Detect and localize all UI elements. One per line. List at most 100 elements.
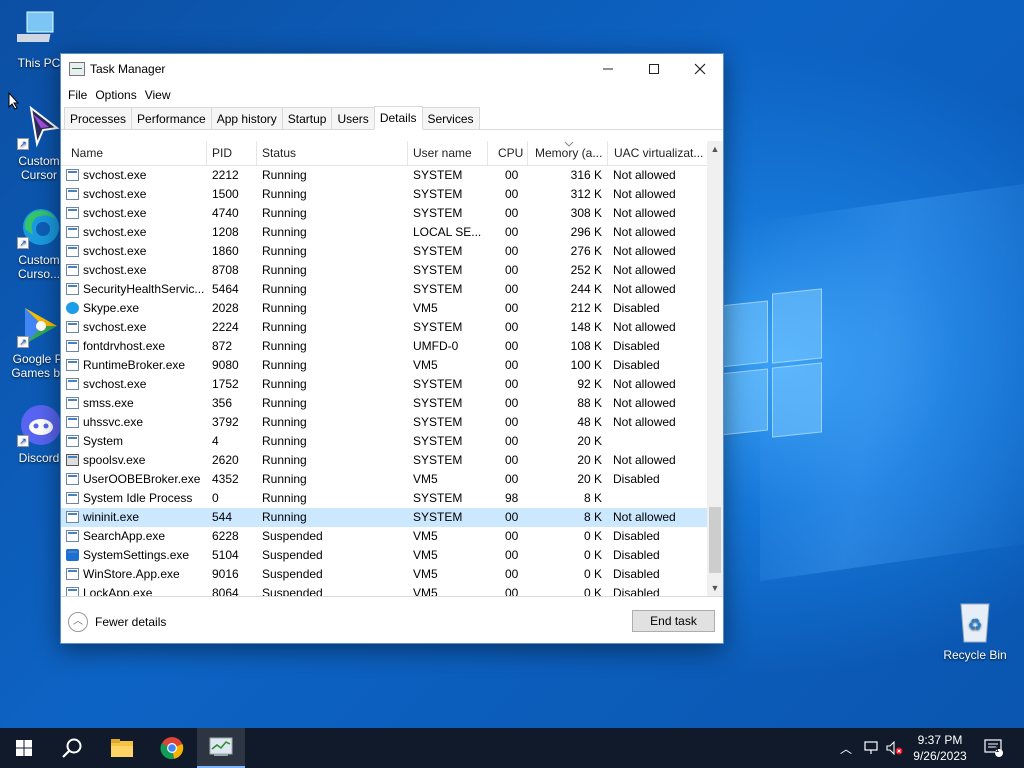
table-row[interactable]: UserOOBEBroker.exe 4352 Running VM5 00 20 K Di… — [61, 470, 707, 489]
table-row[interactable]: SystemSettings.exe 5104 Suspended VM5 00 0 K D… — [61, 546, 707, 565]
cell-name: UserOOBEBroker.exe — [61, 470, 207, 489]
cell-user: SYSTEM — [413, 244, 463, 258]
cell-cpu: 00 — [505, 415, 519, 429]
tab-details[interactable]: Details — [373, 106, 423, 130]
process-icon — [66, 188, 79, 200]
cell-name: wininit.exe — [61, 508, 207, 527]
table-row[interactable]: svchost.exe 1208 Running LOCAL SE... 00 296 K… — [61, 223, 707, 242]
cell-user: SYSTEM — [413, 434, 463, 448]
clock[interactable]: 9:37 PM 9/26/2023 — [905, 732, 975, 764]
cell-mem: 48 K — [577, 415, 602, 429]
window-title: Task Manager — [90, 62, 166, 76]
cell-pid: 2212 — [212, 168, 239, 182]
file-explorer-button[interactable] — [98, 728, 146, 768]
cell-user: SYSTEM — [413, 187, 463, 201]
cell-status: Running — [262, 187, 307, 201]
table-row[interactable]: wininit.exe 544 Running SYSTEM 00 8 K Not allo… — [61, 508, 707, 527]
task-manager-button[interactable] — [197, 728, 245, 768]
column-header-name[interactable]: Name — [61, 141, 207, 166]
table-row[interactable]: WinStore.App.exe 9016 Suspended VM5 00 0 K Dis… — [61, 565, 707, 584]
cell-status: Running — [262, 358, 307, 372]
table-row[interactable]: svchost.exe 1752 Running SYSTEM 00 92 K Not al… — [61, 375, 707, 394]
cell-user: SYSTEM — [413, 282, 463, 296]
table-row[interactable]: svchost.exe 2224 Running SYSTEM 00 148 K Not a… — [61, 318, 707, 337]
minimize-button[interactable] — [585, 54, 631, 84]
google-play-games-icon: ↗ — [17, 304, 61, 348]
notification-center-button[interactable]: 1 — [980, 728, 1008, 768]
title-bar[interactable]: Task Manager — [61, 54, 723, 84]
tab-startup[interactable]: Startup — [281, 107, 333, 129]
close-button[interactable] — [677, 54, 723, 84]
process-icon — [66, 169, 79, 181]
column-header-row: Name PID Status User name CPU Memory (a.… — [61, 141, 707, 166]
table-row[interactable]: spoolsv.exe 2620 Running SYSTEM 00 20 K Not al… — [61, 451, 707, 470]
cell-cpu: 00 — [505, 377, 519, 391]
clock-date: 9/26/2023 — [913, 749, 967, 763]
table-row[interactable]: SecurityHealthServic... 5464 Running SYSTEM… — [61, 280, 707, 299]
cell-pid: 0 — [212, 491, 219, 505]
network-icon[interactable] — [860, 728, 882, 768]
cell-name: WinStore.App.exe — [61, 565, 207, 584]
column-header-pid[interactable]: PID — [207, 141, 257, 166]
tab-processes[interactable]: Processes — [64, 107, 133, 129]
volume-muted-icon[interactable] — [884, 728, 906, 768]
cell-cpu: 00 — [505, 358, 519, 372]
maximize-button[interactable] — [631, 54, 677, 84]
tab-performance[interactable]: Performance — [131, 107, 212, 129]
table-row[interactable]: svchost.exe 1860 Running SYSTEM 00 276 K Not a… — [61, 242, 707, 261]
process-name: SystemSettings.exe — [83, 548, 190, 562]
table-row[interactable]: smss.exe 356 Running SYSTEM 00 88 K Not allowe… — [61, 394, 707, 413]
column-header-user-name[interactable]: User name — [408, 141, 488, 166]
table-row[interactable]: svchost.exe 8708 Running SYSTEM 00 252 K Not a… — [61, 261, 707, 280]
vertical-scrollbar[interactable]: ▲ ▼ — [707, 141, 723, 596]
table-row[interactable]: Skype.exe 2028 Running VM5 00 212 K Disabled — [61, 299, 707, 318]
cell-cpu: 00 — [505, 586, 519, 596]
process-icon — [66, 321, 79, 333]
cell-status: Running — [262, 244, 307, 258]
desktop-icon-recycle-bin[interactable]: ♻ Recycle Bin — [938, 600, 1012, 662]
table-row[interactable]: System Idle Process 0 Running SYSTEM 98 8 K — [61, 489, 707, 508]
table-row[interactable]: LockApp.exe 8064 Suspended VM5 00 0 K Disabled — [61, 584, 707, 596]
table-row[interactable]: svchost.exe 4740 Running SYSTEM 00 308 K Not a… — [61, 204, 707, 223]
table-row[interactable]: fontdrvhost.exe 872 Running UMFD-0 00 108 K Di… — [61, 337, 707, 356]
cell-pid: 4 — [212, 434, 219, 448]
scroll-down-icon[interactable]: ▼ — [707, 580, 723, 596]
column-header-cpu[interactable]: CPU — [488, 141, 528, 166]
cell-name: svchost.exe — [61, 242, 207, 261]
search-button[interactable] — [48, 728, 96, 768]
column-header-status[interactable]: Status — [257, 141, 408, 166]
table-row[interactable]: RuntimeBroker.exe 9080 Running VM5 00 100 K Di… — [61, 356, 707, 375]
cell-uac: Not allowed — [613, 225, 676, 239]
shortcut-arrow-icon: ↗ — [17, 138, 29, 150]
tab-users[interactable]: Users — [331, 107, 375, 129]
cell-pid: 356 — [212, 396, 233, 410]
cell-uac: Not allowed — [613, 206, 676, 220]
menu-view[interactable]: View — [144, 88, 177, 102]
end-task-button[interactable]: End task — [632, 610, 715, 632]
tab-services[interactable]: Services — [421, 107, 480, 129]
shortcut-arrow-icon: ↗ — [17, 336, 29, 348]
cell-pid: 2224 — [212, 320, 239, 334]
scrollbar-thumb[interactable] — [709, 507, 721, 573]
edge-icon: ↗ — [17, 205, 61, 249]
scroll-up-icon[interactable]: ▲ — [707, 141, 723, 157]
menu-file[interactable]: File — [67, 88, 93, 102]
chrome-button[interactable] — [148, 728, 196, 768]
menu-options[interactable]: Options — [94, 88, 142, 102]
cell-uac: Disabled — [613, 339, 660, 353]
column-header-uac[interactable]: UAC virtualizat... — [608, 141, 707, 166]
table-row[interactable]: svchost.exe 2212 Running SYSTEM 00 316 K Not a… — [61, 166, 707, 185]
tray-overflow-chevron-icon[interactable]: ︿ — [836, 728, 856, 768]
table-row[interactable]: System 4 Running SYSTEM 00 20 K — [61, 432, 707, 451]
table-row[interactable]: svchost.exe 1500 Running SYSTEM 00 312 K Not a… — [61, 185, 707, 204]
start-button[interactable] — [0, 728, 48, 768]
cell-mem: 0 K — [583, 529, 602, 543]
cell-name: SearchApp.exe — [61, 527, 207, 546]
table-row[interactable]: SearchApp.exe 6228 Suspended VM5 00 0 K Disabl… — [61, 527, 707, 546]
table-row[interactable]: uhssvc.exe 3792 Running SYSTEM 00 48 K Not all… — [61, 413, 707, 432]
tab-app-history[interactable]: App history — [210, 107, 283, 129]
fewer-details-button[interactable]: ︿ Fewer details — [68, 612, 166, 632]
cell-name: smss.exe — [61, 394, 207, 413]
svg-text:♻: ♻ — [968, 617, 982, 634]
cell-pid: 1208 — [212, 225, 239, 239]
